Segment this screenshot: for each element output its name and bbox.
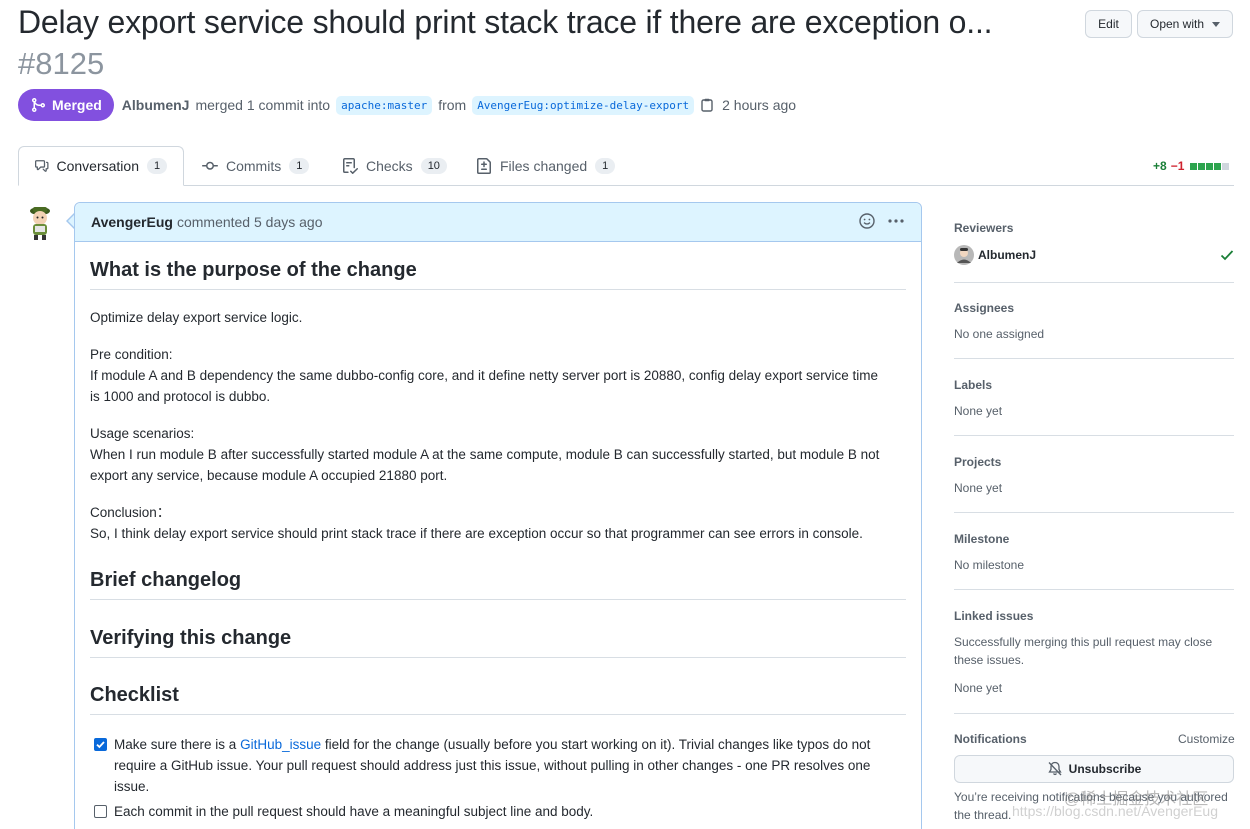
merge-text: merged 1 commit into — [195, 97, 331, 113]
edit-button-label: Edit — [1098, 17, 1119, 31]
usage-label: Usage scenarios: — [90, 426, 195, 441]
tab-files-changed-label: Files changed — [500, 158, 588, 174]
tab-checks-label: Checks — [366, 158, 413, 174]
checklist-item-text: Each commit in the pull request should h… — [114, 804, 594, 819]
milestone-heading[interactable]: Milestone — [954, 532, 1009, 546]
unsubscribe-label: Unsubscribe — [1068, 762, 1142, 776]
customize-link[interactable]: Customize — [1178, 732, 1235, 746]
notification-reason-cont: the thread. — [954, 808, 1012, 822]
diffstat-deletions: −1 — [1170, 159, 1185, 173]
tab-commits[interactable]: Commits 1 — [186, 146, 325, 186]
checklist-item: Make sure there is a GitHub_issue field … — [94, 734, 900, 797]
sidebar-divider — [954, 358, 1234, 359]
smiley-icon[interactable] — [859, 213, 875, 229]
pr-number: #8125 — [18, 46, 105, 81]
diffstat-block — [1190, 162, 1198, 170]
tab-conversation[interactable]: Conversation 1 — [18, 146, 184, 186]
tab-checks-count: 10 — [420, 158, 447, 174]
tab-commits-label: Commits — [226, 158, 282, 174]
projects-value: None yet — [954, 481, 1003, 495]
reviewer-row[interactable]: AlbumenJ — [954, 245, 1036, 265]
merged-status-badge: Merged — [18, 89, 114, 121]
tab-commits-count: 1 — [289, 158, 310, 174]
precondition-label: Pre condition: — [90, 347, 173, 362]
diffstat-block — [1206, 162, 1214, 170]
file-diff-icon — [477, 158, 491, 174]
linked-issues-value: None yet — [954, 681, 1003, 695]
checklist-item-text: Make sure there is a GitHub_issue field … — [114, 734, 900, 797]
usage-text: When I run module B after successfully s… — [90, 447, 880, 483]
diffstat-additions: +8 — [1153, 159, 1167, 173]
milestone-value: No milestone — [954, 558, 1025, 572]
diffstat: +8 −1 — [1153, 159, 1230, 173]
checklist-icon — [343, 158, 358, 174]
reviewers-heading[interactable]: Reviewers — [954, 221, 1013, 235]
conclusion-label: Conclusion： — [90, 505, 171, 520]
pr-title: Delay export service should print stack … — [18, 4, 993, 40]
assignees-heading[interactable]: Assignees — [954, 301, 1014, 315]
heading-purpose: What is the purpose of the change — [90, 259, 906, 290]
reviewer-name: AlbumenJ — [978, 248, 1037, 262]
heading-verifying: Verifying this change — [90, 627, 906, 658]
task-checkbox-checked[interactable] — [94, 738, 107, 751]
comment-author[interactable]: AvengerEug — [91, 214, 173, 230]
triangle-down-icon — [1212, 21, 1221, 27]
comment-header: AvengerEug commented 5 days ago — [75, 203, 921, 242]
watermark-url: https://blog.csdn.net/AvengerEug — [1012, 803, 1218, 819]
assignees-value: No one assigned — [954, 327, 1045, 341]
diffstat-block — [1198, 162, 1206, 170]
bell-slash-icon — [1048, 761, 1062, 776]
kebab-horizontal-icon[interactable] — [887, 213, 905, 229]
diffstat-block — [1214, 162, 1222, 170]
tab-checks[interactable]: Checks 10 — [326, 146, 463, 186]
merged-label: Merged — [52, 97, 102, 113]
conclusion-text: So, I think delay export service should … — [90, 526, 863, 541]
tab-conversation-label: Conversation — [56, 158, 140, 174]
merge-time: 2 hours ago — [722, 97, 797, 113]
linked-issues-description-cont: these issues. — [954, 653, 1025, 667]
git-merge-icon — [32, 98, 46, 112]
check-icon — [1220, 250, 1234, 261]
git-commit-icon — [202, 161, 218, 170]
base-branch[interactable]: apache:master — [336, 95, 433, 115]
sidebar-divider — [954, 512, 1234, 513]
from-text: from — [438, 97, 467, 113]
precondition-text: If module A and B dependency the same du… — [90, 368, 878, 404]
labels-heading[interactable]: Labels — [954, 378, 992, 392]
purpose-text: Optimize delay export service logic. — [90, 310, 303, 325]
sidebar-divider — [954, 282, 1234, 283]
github-issue-link[interactable]: GitHub_issue — [240, 737, 321, 752]
open-with-label: Open with — [1149, 17, 1205, 31]
heading-checklist: Checklist — [90, 684, 906, 715]
linked-issues-heading[interactable]: Linked issues — [954, 609, 1033, 623]
pr-meta: Merged AlbumenJ merged 1 commit into apa… — [18, 89, 796, 121]
tab-conversation-count: 1 — [147, 158, 167, 174]
projects-heading[interactable]: Projects — [954, 455, 1001, 469]
avatar[interactable] — [20, 202, 60, 242]
comment-timestamp[interactable]: commented 5 days ago — [177, 214, 323, 230]
comment-discussion-icon — [35, 160, 49, 172]
edit-button[interactable]: Edit — [1085, 10, 1132, 38]
labels-value: None yet — [954, 404, 1003, 418]
task-checkbox-unchecked[interactable] — [94, 805, 107, 818]
merger-link[interactable]: AlbumenJ — [122, 97, 190, 113]
tab-files-changed[interactable]: Files changed 1 — [460, 146, 631, 186]
notifications-heading: Notifications — [954, 732, 1027, 746]
sidebar-divider — [954, 589, 1234, 590]
checklist-item-text-pre: Make sure there is a — [114, 737, 241, 752]
reviewer-avatar — [954, 245, 974, 265]
open-with-button[interactable]: Open with — [1137, 10, 1233, 38]
head-branch[interactable]: AvengerEug:optimize-delay-export — [472, 95, 695, 115]
sidebar-divider — [954, 713, 1234, 714]
checklist-item: Each commit in the pull request should h… — [94, 801, 900, 822]
linked-issues-description: Successfully merging this pull request m… — [954, 635, 1213, 649]
sidebar-divider — [954, 435, 1234, 436]
heading-changelog: Brief changelog — [90, 569, 906, 600]
unsubscribe-button[interactable]: Unsubscribe — [954, 755, 1234, 783]
diffstat-blocks — [1190, 162, 1230, 170]
copy-icon[interactable] — [700, 97, 714, 113]
diffstat-block — [1222, 162, 1230, 170]
tab-files-changed-count: 1 — [595, 158, 616, 174]
